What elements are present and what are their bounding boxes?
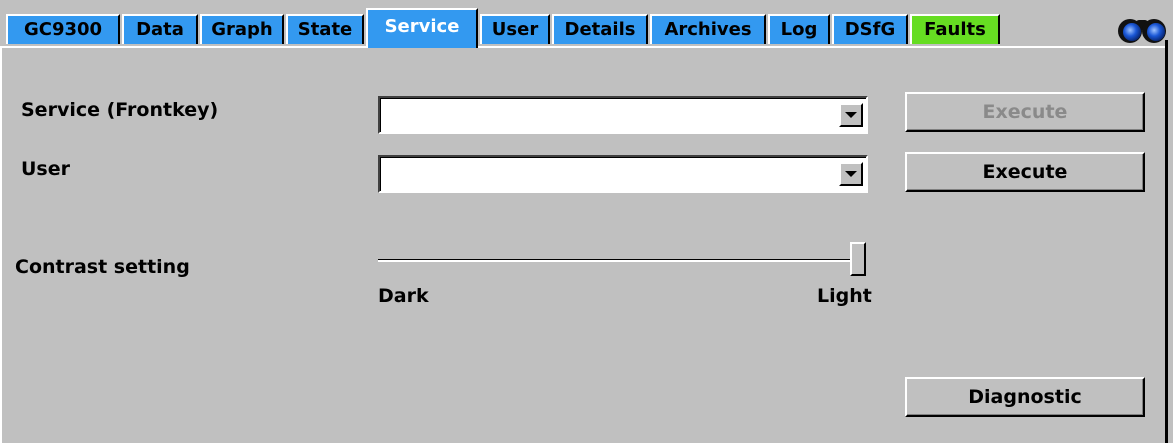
panel-left-edge [0,48,2,443]
tab-state[interactable]: State [286,14,364,44]
user-dropdown-button[interactable] [839,162,863,186]
user-execute-button[interactable]: Execute [905,152,1145,192]
tab-dsfg[interactable]: DSfG [832,14,908,44]
contrast-slider[interactable] [378,242,868,278]
tab-faults[interactable]: Faults [910,14,1000,44]
diagnostic-button[interactable]: Diagnostic [905,377,1145,417]
binoculars-icon[interactable] [1117,14,1167,46]
tab-details[interactable]: Details [552,14,648,44]
service-label: Service (Frontkey) [21,99,219,121]
tab-bar-divider [0,46,1165,48]
service-dropdown[interactable] [378,96,868,134]
contrast-slider-thumb[interactable] [850,242,866,276]
chevron-down-icon [845,171,857,177]
panel-right-edge [1165,40,1168,443]
service-dropdown-button[interactable] [839,103,863,127]
tab-data[interactable]: Data [122,14,198,44]
user-dropdown[interactable] [378,155,868,193]
tab-gc9300[interactable]: GC9300 [6,14,120,44]
tab-log[interactable]: Log [768,14,830,44]
service-execute-button[interactable]: Execute [905,92,1145,132]
contrast-max-label: Light [817,285,872,307]
contrast-min-label: Dark [378,285,429,307]
tab-bar: GC9300 Data Graph State Service User Det… [0,0,1173,49]
contrast-label: Contrast setting [15,256,190,278]
chevron-down-icon [845,112,857,118]
tab-graph[interactable]: Graph [200,14,284,44]
tab-user[interactable]: User [480,14,550,44]
user-label: User [21,158,70,180]
tab-service[interactable]: Service [366,8,478,48]
contrast-slider-track[interactable] [378,259,866,262]
tab-archives[interactable]: Archives [650,14,766,44]
